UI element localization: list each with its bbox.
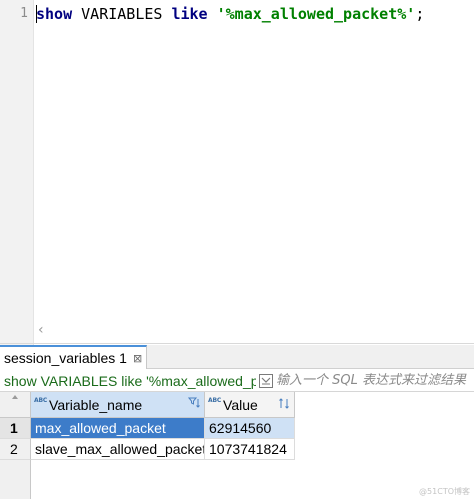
column-header-variable-name[interactable]: ABC Variable_name — [31, 392, 205, 418]
sort-filter-icon[interactable] — [187, 396, 200, 412]
watermark: @51CTO博客 — [419, 487, 470, 496]
results-tab-bar: session_variables 1 ⊠ — [0, 345, 474, 369]
close-tab-icon[interactable]: ⊠ — [133, 352, 142, 365]
scroll-left-icon[interactable]: ‹ — [38, 323, 44, 337]
tab-label: session_variables 1 — [4, 350, 127, 366]
filter-input[interactable] — [274, 370, 474, 391]
column-header-value[interactable]: ABC Value — [205, 392, 295, 418]
results-grid: ABC Variable_name ABC Value 1 max_allowe… — [0, 392, 474, 499]
sort-icon[interactable] — [278, 396, 290, 412]
filter-bar: show VARIABLES like '%max_allowed_pa — [0, 370, 474, 392]
row-gutter-empty — [0, 460, 31, 499]
text-type-icon: ABC — [34, 397, 48, 404]
editor-divider — [0, 343, 474, 344]
line-number: 1 — [20, 6, 28, 21]
code-line[interactable]: show VARIABLES like '%max_allowed_packet… — [36, 4, 424, 24]
keyword-show: show — [36, 5, 73, 23]
query-text: show VARIABLES like '%max_allowed_pa — [4, 372, 256, 389]
line-number-gutter: 1 — [0, 0, 34, 345]
filter-expression-icon[interactable] — [258, 373, 274, 389]
sql-editor[interactable]: 1 show VARIABLES like '%max_allowed_pack… — [0, 0, 474, 345]
code-identifier: VARIABLES — [72, 5, 172, 23]
text-type-icon: ABC — [208, 397, 222, 404]
table-cell[interactable]: 1073741824 — [205, 439, 295, 460]
keyword-like: like — [171, 5, 208, 23]
code-semicolon: ; — [415, 5, 425, 23]
column-label: Value — [223, 396, 258, 413]
column-label: Variable_name — [49, 396, 143, 413]
table-cell[interactable]: 62914560 — [205, 418, 295, 439]
row-number[interactable]: 2 — [0, 439, 31, 460]
code-string-literal: '%max_allowed_packet%' — [216, 5, 416, 23]
row-number[interactable]: 1 — [0, 418, 31, 439]
text-caret — [36, 5, 37, 23]
table-cell[interactable]: slave_max_allowed_packet — [31, 439, 205, 460]
corner-arrow-icon — [12, 395, 18, 399]
table-cell[interactable]: max_allowed_packet — [31, 418, 205, 439]
grid-corner[interactable] — [0, 392, 31, 418]
tab-session-variables[interactable]: session_variables 1 ⊠ — [0, 345, 148, 369]
